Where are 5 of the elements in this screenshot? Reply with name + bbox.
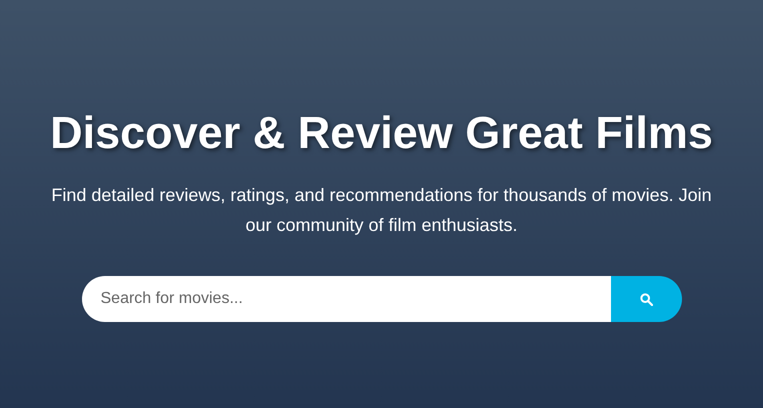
hero-subtitle: Find detailed reviews, ratings, and recommendations for thousands of movies. Join our community of film enthusiasts. — [50, 184, 713, 237]
search-button[interactable] — [610, 276, 682, 322]
hero-title: Discover & Review Great Films — [50, 106, 713, 160]
search-icon — [640, 292, 652, 306]
search-field[interactable]: Search for movies... — [82, 276, 610, 322]
